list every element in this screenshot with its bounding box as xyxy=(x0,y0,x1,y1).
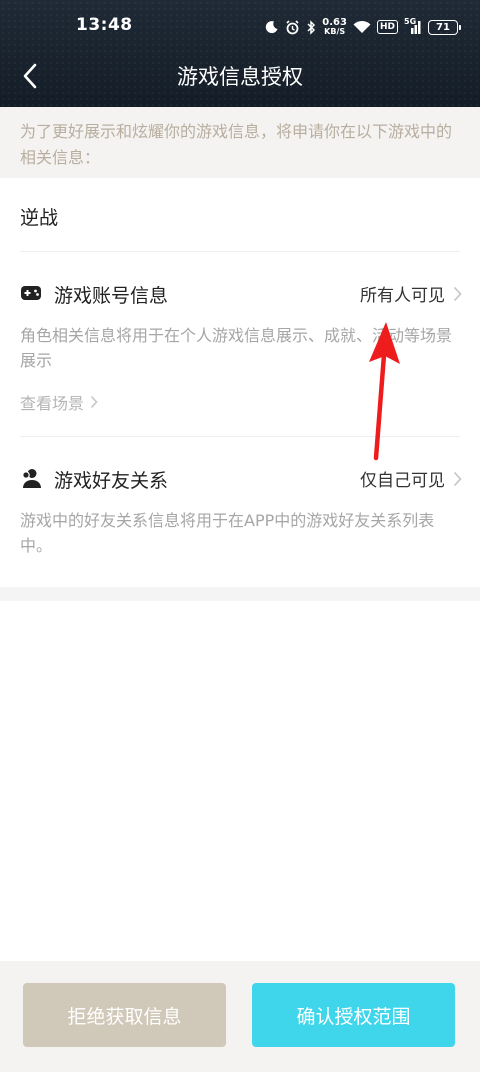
app-screen: 13:48 0.63 KB/S HD 5G 71 游戏信息授权 为了更好展示和炫… xyxy=(0,0,480,1072)
visibility-value: 仅自己可见 xyxy=(360,471,445,491)
divider xyxy=(20,436,460,437)
network-speed-unit: KB/S xyxy=(324,27,346,36)
chevron-right-icon xyxy=(90,395,98,409)
view-scenes-label: 查看场景 xyxy=(20,394,85,413)
permission-card: 逆战 游戏账号信息 所有人可见 角色相关信息将用于在个人游戏信息展示、成就、活动… xyxy=(0,178,480,587)
signal-icon: 5G xyxy=(404,17,422,34)
network-speed: 0.63 KB/S xyxy=(322,18,347,36)
chevron-right-icon xyxy=(453,471,462,486)
permission-title: 游戏好友关系 xyxy=(54,470,169,492)
moon-icon xyxy=(265,20,279,34)
visibility-selector-friends[interactable]: 仅自己可见 xyxy=(360,466,462,491)
divider xyxy=(20,251,460,252)
view-scenes-link[interactable]: 查看场景 xyxy=(20,390,98,414)
friends-icon xyxy=(19,467,42,489)
permission-description: 游戏中的好友关系信息将用于在APP中的游戏好友关系列表中。 xyxy=(20,511,435,555)
reject-button[interactable]: 拒绝获取信息 xyxy=(23,983,226,1047)
status-icons: 0.63 KB/S HD 5G 71 xyxy=(265,16,461,38)
chevron-right-icon xyxy=(453,286,462,301)
section-gap xyxy=(0,587,480,601)
network-type: 5G xyxy=(404,17,417,26)
page-title: 游戏信息授权 xyxy=(177,65,303,89)
header: 13:48 0.63 KB/S HD 5G 71 游戏信息授权 xyxy=(0,0,480,107)
visibility-value: 所有人可见 xyxy=(360,286,445,306)
nav-bar: 游戏信息授权 xyxy=(0,52,480,107)
footer-bar: 拒绝获取信息 确认授权范围 xyxy=(0,961,480,1072)
permission-title: 游戏账号信息 xyxy=(54,285,169,307)
game-name: 逆战 xyxy=(20,207,59,229)
bluetooth-icon xyxy=(306,19,316,35)
battery-level: 71 xyxy=(436,21,450,33)
status-time: 13:48 xyxy=(76,15,133,35)
gamepad-icon xyxy=(20,282,42,304)
alarm-icon xyxy=(285,19,300,35)
wifi-icon xyxy=(353,20,371,34)
battery-indicator: 71 xyxy=(428,19,461,35)
visibility-selector-account[interactable]: 所有人可见 xyxy=(360,281,462,306)
permission-description: 角色相关信息将用于在个人游戏信息展示、成就、活动等场景展示 xyxy=(20,326,453,370)
empty-area xyxy=(0,601,480,961)
hd-badge: HD xyxy=(376,20,398,34)
confirm-button[interactable]: 确认授权范围 xyxy=(252,983,455,1047)
status-bar: 13:48 0.63 KB/S HD 5G 71 xyxy=(0,0,480,52)
permission-row-friends: 游戏好友关系 仅自己可见 xyxy=(0,458,480,498)
notice-text: 为了更好展示和炫耀你的游戏信息，将申请你在以下游戏中的相关信息： xyxy=(0,107,480,178)
permission-row-account: 游戏账号信息 所有人可见 xyxy=(0,273,480,313)
